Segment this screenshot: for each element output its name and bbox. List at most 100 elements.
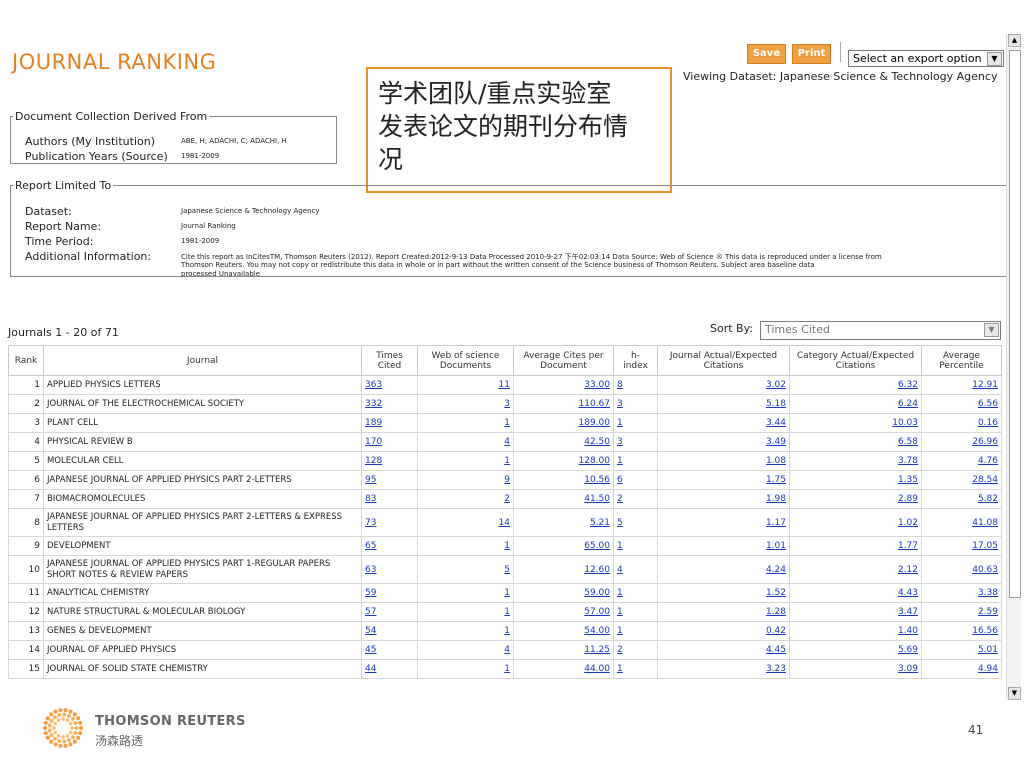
cell-h-index-link[interactable]: 1 xyxy=(617,456,623,466)
cell-journal-ae-link[interactable]: 1.98 xyxy=(766,494,786,504)
cell-h-index-link[interactable]: 3 xyxy=(617,437,623,447)
cell-times-cited-link[interactable]: 83 xyxy=(365,494,376,504)
cell-percentile-link[interactable]: 6.56 xyxy=(978,399,998,409)
cell-journal-ae-link[interactable]: 1.08 xyxy=(766,456,786,466)
cell-times-cited-link[interactable]: 95 xyxy=(365,475,376,485)
cell-percentile-link[interactable]: 12.91 xyxy=(972,380,998,390)
cell-journal-ae-link[interactable]: 5.18 xyxy=(766,399,786,409)
col-header-times-cited[interactable]: Times Cited xyxy=(361,345,418,376)
col-header-journal-ae[interactable]: Journal Actual/Expected Citations xyxy=(657,345,790,376)
cell-journal-ae-link[interactable]: 1.28 xyxy=(766,607,786,617)
cell-avg-cites-link[interactable]: 59.00 xyxy=(584,588,610,598)
cell-journal-ae-link[interactable]: 3.23 xyxy=(766,664,786,674)
cell-category-ae-link[interactable]: 1.02 xyxy=(898,518,918,528)
cell-category-ae-link[interactable]: 6.24 xyxy=(898,399,918,409)
cell-category-ae-link[interactable]: 2.12 xyxy=(898,565,918,575)
vertical-scrollbar[interactable]: ▲ ▼ xyxy=(1006,34,1021,700)
cell-wos-docs-link[interactable]: 4 xyxy=(504,645,510,655)
cell-category-ae-link[interactable]: 1.35 xyxy=(898,475,918,485)
cell-h-index-link[interactable]: 5 xyxy=(617,518,623,528)
cell-times-cited-link[interactable]: 44 xyxy=(365,664,376,674)
cell-h-index-link[interactable]: 1 xyxy=(617,541,623,551)
cell-percentile-link[interactable]: 2.59 xyxy=(978,607,998,617)
cell-times-cited-link[interactable]: 332 xyxy=(365,399,382,409)
cell-avg-cites-link[interactable]: 44.00 xyxy=(584,664,610,674)
cell-h-index-link[interactable]: 6 xyxy=(617,475,623,485)
cell-avg-cites-link[interactable]: 110.67 xyxy=(579,399,611,409)
cell-avg-cites-link[interactable]: 54.00 xyxy=(584,626,610,636)
cell-avg-cites-link[interactable]: 12.60 xyxy=(584,565,610,575)
col-header-wos-docs[interactable]: Web of science Documents xyxy=(417,345,514,376)
col-header-avg-cites[interactable]: Average Cites per Document xyxy=(513,345,614,376)
cell-times-cited-link[interactable]: 128 xyxy=(365,456,382,466)
cell-avg-cites-link[interactable]: 41.50 xyxy=(584,494,610,504)
col-header-percentile[interactable]: Average Percentile xyxy=(921,345,1002,376)
cell-wos-docs-link[interactable]: 11 xyxy=(499,380,510,390)
cell-wos-docs-link[interactable]: 3 xyxy=(504,399,510,409)
cell-times-cited-link[interactable]: 73 xyxy=(365,518,376,528)
cell-wos-docs-link[interactable]: 5 xyxy=(504,565,510,575)
cell-percentile-link[interactable]: 28.54 xyxy=(972,475,998,485)
cell-category-ae-link[interactable]: 3.78 xyxy=(898,456,918,466)
cell-times-cited-link[interactable]: 170 xyxy=(365,437,382,447)
cell-times-cited-link[interactable]: 45 xyxy=(365,645,376,655)
export-select[interactable]: Select an export option ▼ xyxy=(848,50,1004,67)
cell-h-index-link[interactable]: 4 xyxy=(617,565,623,575)
cell-journal-ae-link[interactable]: 1.01 xyxy=(766,541,786,551)
cell-avg-cites-link[interactable]: 189.00 xyxy=(579,418,611,428)
cell-wos-docs-link[interactable]: 1 xyxy=(504,607,510,617)
cell-wos-docs-link[interactable]: 1 xyxy=(504,626,510,636)
cell-journal-ae-link[interactable]: 3.49 xyxy=(766,437,786,447)
cell-category-ae-link[interactable]: 5.69 xyxy=(898,645,918,655)
chevron-down-icon[interactable]: ▼ xyxy=(984,323,999,337)
cell-category-ae-link[interactable]: 6.32 xyxy=(898,380,918,390)
sort-select[interactable]: Times Cited ▼ xyxy=(760,321,1001,340)
col-header-rank[interactable]: Rank xyxy=(8,345,44,376)
cell-h-index-link[interactable]: 2 xyxy=(617,494,623,504)
cell-wos-docs-link[interactable]: 2 xyxy=(504,494,510,504)
cell-percentile-link[interactable]: 41.08 xyxy=(972,518,998,528)
cell-percentile-link[interactable]: 4.76 xyxy=(978,456,998,466)
cell-avg-cites-link[interactable]: 42.50 xyxy=(584,437,610,447)
cell-percentile-link[interactable]: 17.05 xyxy=(972,541,998,551)
cell-category-ae-link[interactable]: 1.77 xyxy=(898,541,918,551)
cell-journal-ae-link[interactable]: 1.75 xyxy=(766,475,786,485)
cell-percentile-link[interactable]: 26.96 xyxy=(972,437,998,447)
scroll-thumb[interactable] xyxy=(1009,50,1021,598)
cell-h-index-link[interactable]: 2 xyxy=(617,645,623,655)
print-button[interactable]: Print xyxy=(792,44,831,64)
cell-category-ae-link[interactable]: 4.43 xyxy=(898,588,918,598)
cell-percentile-link[interactable]: 4.94 xyxy=(978,664,998,674)
cell-journal-ae-link[interactable]: 4.45 xyxy=(766,645,786,655)
cell-wos-docs-link[interactable]: 14 xyxy=(499,518,510,528)
cell-category-ae-link[interactable]: 1.40 xyxy=(898,626,918,636)
col-header-category-ae[interactable]: Category Actual/Expected Citations xyxy=(789,345,922,376)
cell-percentile-link[interactable]: 0.16 xyxy=(978,418,998,428)
cell-category-ae-link[interactable]: 3.09 xyxy=(898,664,918,674)
cell-times-cited-link[interactable]: 54 xyxy=(365,626,376,636)
cell-h-index-link[interactable]: 1 xyxy=(617,607,623,617)
scroll-down-arrow-icon[interactable]: ▼ xyxy=(1008,687,1021,700)
cell-wos-docs-link[interactable]: 1 xyxy=(504,588,510,598)
cell-wos-docs-link[interactable]: 4 xyxy=(504,437,510,447)
cell-percentile-link[interactable]: 5.01 xyxy=(978,645,998,655)
cell-category-ae-link[interactable]: 10.03 xyxy=(892,418,918,428)
cell-percentile-link[interactable]: 16.56 xyxy=(972,626,998,636)
cell-wos-docs-link[interactable]: 1 xyxy=(504,418,510,428)
cell-category-ae-link[interactable]: 3.47 xyxy=(898,607,918,617)
cell-journal-ae-link[interactable]: 1.52 xyxy=(766,588,786,598)
col-header-journal[interactable]: Journal xyxy=(43,345,362,376)
cell-journal-ae-link[interactable]: 3.44 xyxy=(766,418,786,428)
cell-category-ae-link[interactable]: 2.89 xyxy=(898,494,918,504)
cell-h-index-link[interactable]: 1 xyxy=(617,588,623,598)
cell-journal-ae-link[interactable]: 0.42 xyxy=(766,626,786,636)
cell-journal-ae-link[interactable]: 3.02 xyxy=(766,380,786,390)
save-button[interactable]: Save xyxy=(747,44,786,64)
cell-avg-cites-link[interactable]: 33.00 xyxy=(584,380,610,390)
cell-wos-docs-link[interactable]: 9 xyxy=(504,475,510,485)
cell-times-cited-link[interactable]: 189 xyxy=(365,418,382,428)
cell-times-cited-link[interactable]: 65 xyxy=(365,541,376,551)
cell-h-index-link[interactable]: 1 xyxy=(617,664,623,674)
cell-h-index-link[interactable]: 8 xyxy=(617,380,623,390)
cell-category-ae-link[interactable]: 6.58 xyxy=(898,437,918,447)
